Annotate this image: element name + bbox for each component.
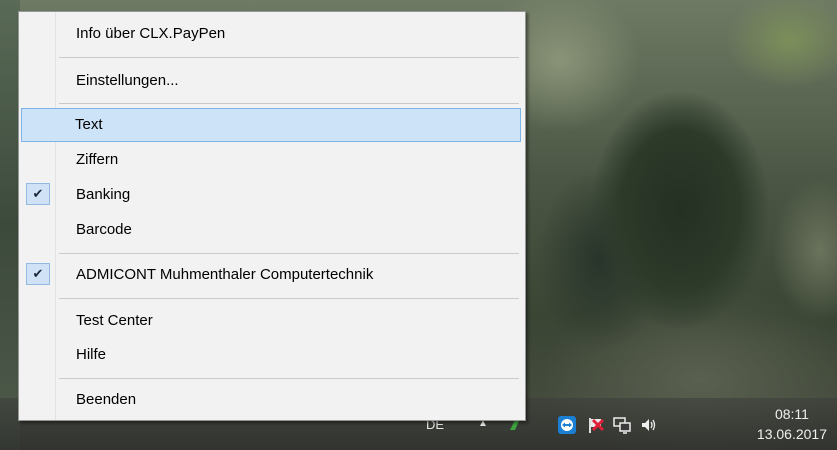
menu-item-label: Info über CLX.PayPen xyxy=(76,25,226,42)
menu-item-barcode[interactable]: Barcode xyxy=(21,213,521,247)
desktop-edge xyxy=(0,0,20,450)
menu-item-label: Beenden xyxy=(76,391,137,408)
menu-item-label: Test Center xyxy=(76,312,153,329)
menu-item-label: Ziffern xyxy=(76,151,119,168)
menu-item-exit[interactable]: Beenden xyxy=(21,383,521,417)
menu-item-banking[interactable]: ✔ Banking xyxy=(21,178,521,212)
menu-item-label: Hilfe xyxy=(76,346,107,363)
menu-item-admicont[interactable]: ✔ ADMICONT Muhmenthaler Computertechnik xyxy=(21,258,521,292)
context-menu: Info über CLX.PayPen Einstellungen... Te… xyxy=(18,11,526,421)
menu-item-help[interactable]: Hilfe xyxy=(21,338,521,372)
menu-item-text[interactable]: Text xyxy=(21,108,521,142)
clock-date: 13.06.2017 xyxy=(756,426,827,442)
menu-item-label: Banking xyxy=(76,186,131,203)
flag-icon[interactable] xyxy=(587,416,605,434)
menu-item-label: ADMICONT Muhmenthaler Computertechnik xyxy=(76,266,374,283)
menu-item-label: Einstellungen... xyxy=(76,72,179,89)
checkmark-icon: ✔ xyxy=(26,263,50,285)
taskbar-clock[interactable]: 08:11 13.06.2017 xyxy=(757,404,827,444)
menu-item-settings[interactable]: Einstellungen... xyxy=(21,64,521,98)
menu-item-ziffern[interactable]: Ziffern xyxy=(21,143,521,177)
menu-item-info[interactable]: Info über CLX.PayPen xyxy=(21,17,521,51)
menu-item-label: Text xyxy=(75,116,103,133)
menu-separator xyxy=(59,103,519,104)
menu-separator xyxy=(59,253,519,254)
menu-item-label: Barcode xyxy=(76,221,132,238)
clock-time: 08:11 xyxy=(774,406,809,422)
checkmark-icon: ✔ xyxy=(26,183,50,205)
volume-icon[interactable] xyxy=(640,416,658,434)
menu-item-test-center[interactable]: Test Center xyxy=(21,304,521,338)
menu-separator xyxy=(59,57,519,58)
menu-separator xyxy=(59,378,519,379)
teamviewer-icon[interactable] xyxy=(558,416,576,434)
network-icon[interactable] xyxy=(613,416,631,434)
menu-separator xyxy=(59,298,519,299)
